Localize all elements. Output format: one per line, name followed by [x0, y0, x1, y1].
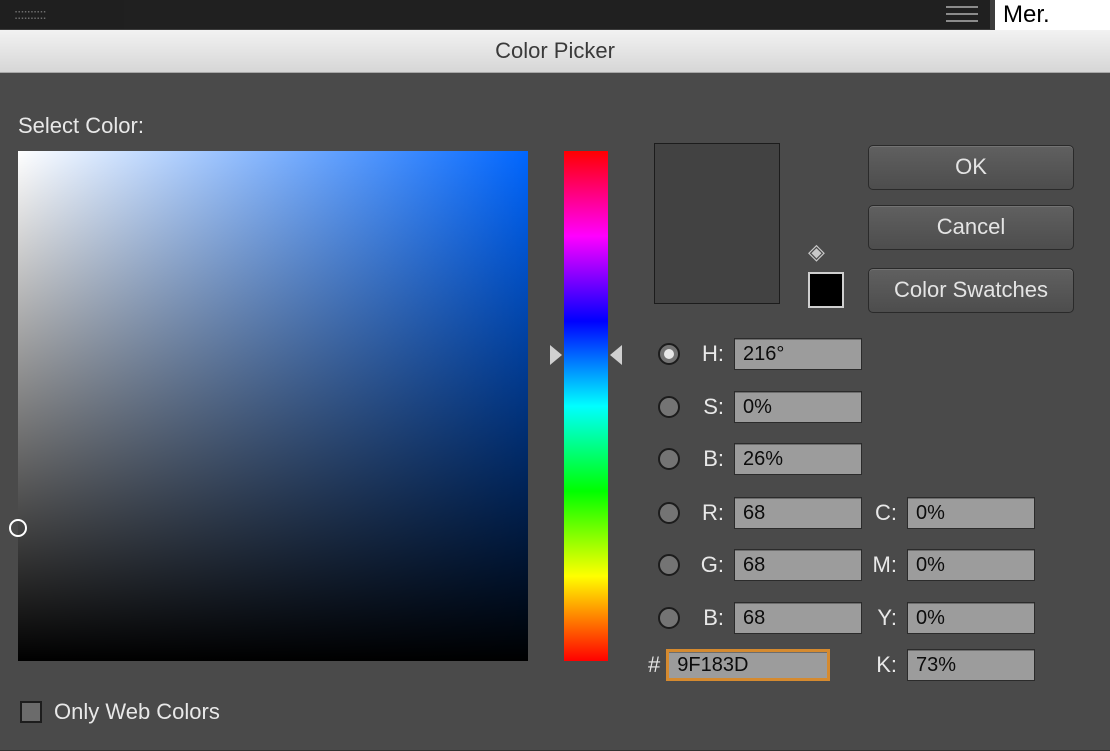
select-color-label: Select Color: — [18, 113, 144, 139]
label-k: K: — [867, 652, 897, 678]
color-swatches-button[interactable]: Color Swatches — [868, 268, 1074, 313]
input-brightness[interactable] — [734, 443, 862, 475]
radio-r[interactable] — [658, 502, 680, 524]
only-web-colors-label: Only Web Colors — [54, 699, 220, 725]
label-m: M: — [867, 552, 897, 578]
input-h[interactable] — [734, 338, 862, 370]
hue-indicator-left-icon — [550, 345, 562, 365]
hue-slider[interactable] — [564, 151, 608, 661]
input-y[interactable] — [907, 602, 1035, 634]
label-b: B: — [690, 605, 724, 631]
host-side-text: Mer. — [995, 0, 1110, 30]
previous-color-swatch[interactable] — [808, 272, 844, 308]
color-preview — [654, 143, 780, 304]
label-s: S: — [690, 394, 724, 420]
radio-h[interactable] — [658, 343, 680, 365]
label-y: Y: — [867, 605, 897, 631]
label-brightness: B: — [690, 446, 724, 472]
hue-indicator-right-icon — [610, 345, 622, 365]
ok-button[interactable]: OK — [868, 145, 1074, 190]
dialog-title: Color Picker — [0, 30, 1110, 73]
only-web-colors-checkbox[interactable] — [20, 701, 42, 723]
cancel-button[interactable]: Cancel — [868, 205, 1074, 250]
input-hex[interactable] — [666, 649, 830, 681]
input-r[interactable] — [734, 497, 862, 529]
color-picker-dialog: Color Picker Select Color: ◈ OK Cancel C… — [0, 30, 1110, 750]
host-active-tab: :::::::::: — [0, 0, 124, 29]
input-m[interactable] — [907, 549, 1035, 581]
host-toolbar: :::::::::: Mer. — [0, 0, 1110, 31]
label-h: H: — [690, 341, 724, 367]
label-c: C: — [867, 500, 897, 526]
gamut-warning-cube-icon[interactable]: ◈ — [808, 239, 825, 265]
label-g: G: — [690, 552, 724, 578]
input-c[interactable] — [907, 497, 1035, 529]
hex-hash-label: # — [648, 652, 660, 678]
input-s[interactable] — [734, 391, 862, 423]
input-k[interactable] — [907, 649, 1035, 681]
radio-b[interactable] — [658, 607, 680, 629]
input-g[interactable] — [734, 549, 862, 581]
tab-grip-icon: :::::::::: — [14, 6, 46, 23]
saturation-brightness-field[interactable] — [18, 151, 528, 661]
sb-cursor-icon — [9, 519, 27, 537]
host-strip — [124, 0, 990, 29]
radio-s[interactable] — [658, 396, 680, 418]
hamburger-icon — [946, 6, 978, 22]
input-b[interactable] — [734, 602, 862, 634]
label-r: R: — [690, 500, 724, 526]
radio-brightness[interactable] — [658, 448, 680, 470]
radio-g[interactable] — [658, 554, 680, 576]
